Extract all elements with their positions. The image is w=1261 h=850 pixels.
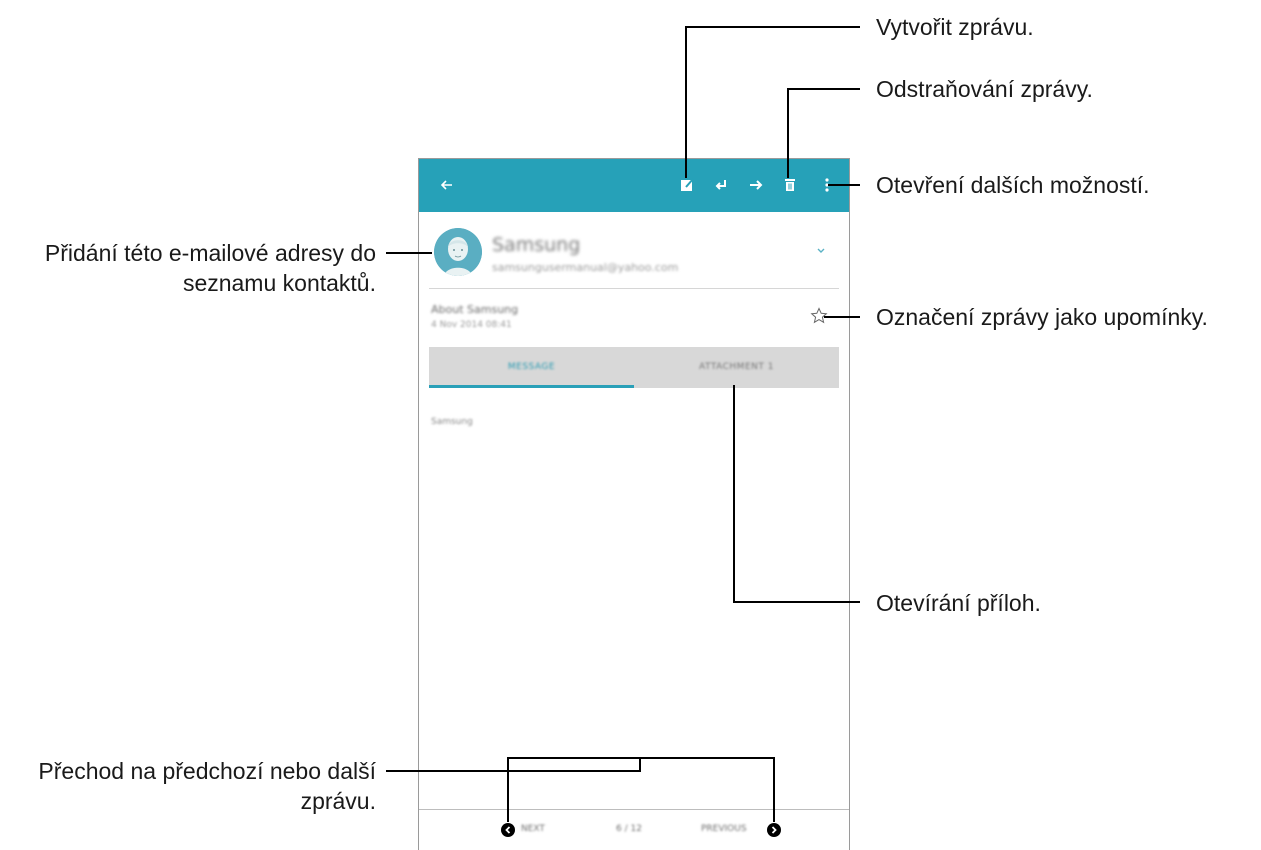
callout-navigate-line2: zprávu. [300, 788, 376, 814]
callout-line [507, 757, 775, 759]
next-button[interactable]: NEXT [521, 824, 545, 834]
tab-attachment[interactable]: ATTACHMENT 1 [634, 347, 839, 388]
callout-line [685, 26, 687, 178]
callout-line [787, 88, 860, 90]
message-date: 4 Nov 2014 08:41 [431, 320, 512, 330]
avatar[interactable] [434, 228, 482, 276]
callout-more-options: Otevření dalších možností. [876, 172, 1150, 198]
previous-button[interactable]: PREVIOUS [701, 824, 747, 834]
callout-line [824, 316, 860, 318]
message-subject: About Samsung [431, 303, 519, 316]
callout-add-contact-line1: Přidání této e-mailové adresy do [44, 240, 376, 266]
callout-line [639, 757, 641, 771]
tab-message[interactable]: MESSAGE [429, 347, 634, 388]
sender-header: Samsung samsungusermanual@yahoo.com [419, 212, 849, 292]
callout-line [787, 88, 789, 178]
divider [429, 288, 839, 289]
callout-line [685, 26, 860, 28]
message-tabs: MESSAGE ATTACHMENT 1 [429, 347, 839, 388]
chevron-left-icon[interactable] [501, 823, 515, 837]
callout-navigate-line1: Přechod na předchozí nebo další [38, 758, 376, 784]
chevron-right-icon[interactable] [767, 823, 781, 837]
callout-compose: Vytvořit zprávu. [876, 14, 1034, 40]
app-bar [419, 159, 849, 212]
callout-line [507, 757, 509, 822]
forward-icon[interactable] [745, 174, 767, 196]
callout-line [733, 601, 860, 603]
callout-line [773, 757, 775, 822]
callout-favorite: Označení zprávy jako upomínky. [876, 304, 1208, 330]
reply-icon[interactable] [710, 174, 732, 196]
callout-line [733, 385, 735, 603]
divider [419, 809, 849, 810]
callout-line [828, 184, 860, 186]
callout-line [386, 770, 641, 772]
message-body: Samsung [431, 417, 473, 427]
callout-attachments: Otevírání příloh. [876, 590, 1041, 616]
back-arrow-icon[interactable] [436, 174, 458, 196]
delete-icon[interactable] [779, 174, 801, 196]
email-viewer-screen: Samsung samsungusermanual@yahoo.com Abou… [418, 158, 850, 850]
sender-name: Samsung [492, 234, 581, 256]
callout-delete: Odstraňování zprávy. [876, 76, 1093, 102]
callout-line [386, 252, 432, 254]
callout-add-contact-line2: seznamu kontaktů. [182, 270, 376, 296]
message-counter: 6 / 12 [616, 824, 642, 834]
compose-icon[interactable] [676, 174, 698, 196]
chevron-down-icon[interactable] [814, 242, 828, 256]
tab-indicator [429, 385, 634, 388]
sender-email: samsungusermanual@yahoo.com [492, 261, 679, 274]
